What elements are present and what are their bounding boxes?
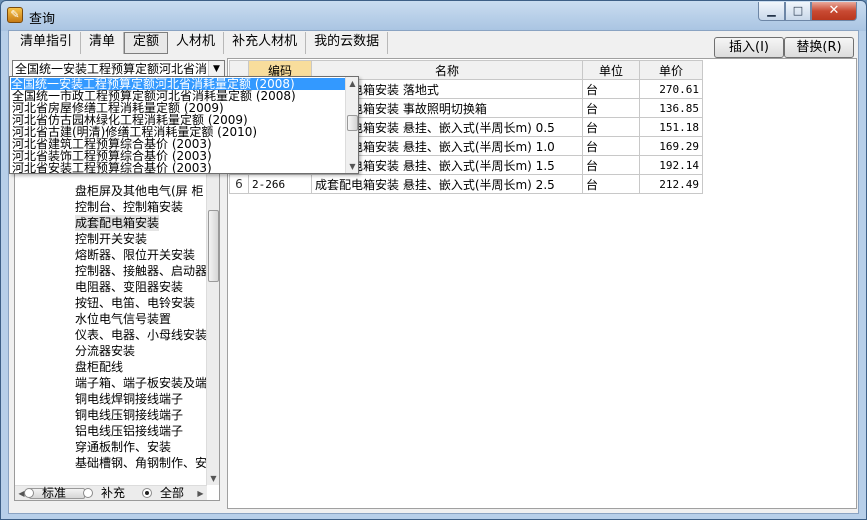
tab-bill[interactable]: 清单	[81, 32, 125, 54]
tree-item[interactable]: 穿通板制作、安装	[75, 439, 171, 455]
tree-item[interactable]: 电阻器、变阻器安装	[75, 279, 183, 295]
dropdown-scrollbar[interactable]: ▲ ▼	[345, 77, 358, 173]
scroll-up-icon[interactable]: ▲	[346, 77, 358, 90]
close-icon: ✕	[828, 3, 840, 18]
column-header-price[interactable]: 单价	[639, 60, 703, 80]
minimize-icon: ▁	[767, 4, 776, 17]
tree-item[interactable]: 控制器、接触器、启动器	[75, 263, 207, 279]
app-icon: ✎	[7, 7, 23, 23]
scroll-down-icon[interactable]: ▼	[207, 472, 219, 485]
tree-item[interactable]: 控制开关安装	[75, 231, 147, 247]
insert-button[interactable]: 插入(I)	[714, 37, 784, 58]
row-unit: 台	[582, 117, 640, 137]
query-window: ✎ 查询 ▁ □ ✕ 清单指引 清单 定额 人材机 补充人材机 我的云数据 插入…	[0, 0, 867, 520]
row-price: 192.14	[639, 155, 703, 175]
row-price: 270.61	[639, 79, 703, 99]
radio-supplement-label: 补充	[101, 486, 126, 500]
tree-item[interactable]: 仪表、电器、小母线安装	[75, 327, 207, 343]
row-price: 136.85	[639, 98, 703, 118]
tab-supplement-lmm[interactable]: 补充人材机	[224, 32, 307, 54]
row-unit: 台	[582, 174, 640, 194]
window-title: 查询	[29, 12, 56, 27]
tree-item[interactable]: 铝电线压铝接线端子	[75, 423, 183, 439]
scroll-down-icon[interactable]: ▼	[346, 160, 358, 173]
radio-standard-dot[interactable]	[24, 487, 34, 498]
quota-library-dropdown-list: 全国统一安装工程预算定额河北省消耗量定额 (2008) 全国统一市政工程预算定额…	[9, 76, 359, 174]
tab-labor-material-machine[interactable]: 人材机	[168, 32, 225, 54]
tree-item[interactable]: 水位电气信号装置	[75, 311, 171, 327]
tree-item[interactable]: 基础槽钢、角钢制作、安	[75, 455, 207, 471]
row-price: 151.18	[639, 117, 703, 137]
tab-bill-guide[interactable]: 清单指引	[12, 32, 82, 54]
tab-quota[interactable]: 定额	[124, 32, 169, 54]
dropdown-scroll-thumb[interactable]	[347, 115, 358, 131]
row-name: 成套配电箱安装 悬挂、嵌入式(半周长m) 2.5	[311, 174, 583, 194]
title-bar[interactable]: ✎ 查询 ▁ □ ✕	[1, 1, 866, 29]
tree-item[interactable]: 成套配电箱安装	[75, 215, 160, 231]
quota-library-value: 全国统一安装工程预算定额河北省消	[15, 62, 208, 76]
row-code: 2-266	[248, 174, 312, 194]
tree-item[interactable]: 熔断器、限位开关安装	[75, 247, 195, 263]
maximize-icon: □	[792, 4, 804, 17]
tree-item[interactable]: 盘柜屏及其他电气(屏 柜	[75, 183, 204, 199]
tree-item[interactable]: 端子箱、端子板安装及端	[75, 375, 207, 391]
radio-all-dot[interactable]	[142, 487, 153, 498]
replace-button[interactable]: 替换(R)	[784, 37, 854, 58]
tree-item[interactable]: 铜电线焊铜接线端子	[75, 391, 183, 407]
radio-standard-label: 标准	[42, 486, 67, 500]
tree-item[interactable]: 分流器安装	[75, 343, 135, 359]
tree-item[interactable]: 控制台、控制箱安装	[75, 199, 183, 215]
tab-my-cloud-data[interactable]: 我的云数据	[306, 32, 389, 54]
radio-supplement[interactable]: 补充	[83, 484, 125, 501]
row-index: 6	[229, 174, 249, 194]
table-row[interactable]: 6 2-266 成套配电箱安装 悬挂、嵌入式(半周长m) 2.5 台 212.4…	[229, 174, 703, 194]
radio-supplement-dot[interactable]	[83, 487, 94, 498]
row-price: 212.49	[639, 174, 703, 194]
tree-vertical-scroll-thumb[interactable]	[208, 210, 219, 282]
radio-standard[interactable]: 标准	[24, 484, 66, 501]
tree-item[interactable]: 盘柜配线	[75, 359, 123, 375]
row-unit: 台	[582, 98, 640, 118]
tree-item[interactable]: 按钮、电笛、电铃安装	[75, 295, 195, 311]
client-area: 清单指引 清单 定额 人材机 补充人材机 我的云数据 插入(I) 替换(R) 全…	[8, 30, 859, 514]
column-header-unit[interactable]: 单位	[582, 60, 640, 80]
row-price: 169.29	[639, 136, 703, 156]
radio-all[interactable]: 全部	[142, 484, 184, 501]
dropdown-option[interactable]: 河北省安装工程预算综合基价 (2003)	[12, 162, 212, 173]
maximize-button[interactable]: □	[785, 2, 811, 21]
close-button[interactable]: ✕	[811, 2, 857, 21]
tab-bar: 清单指引 清单 定额 人材机 补充人材机 我的云数据	[12, 32, 389, 54]
tree-item[interactable]: 铜电线压铜接线端子	[75, 407, 183, 423]
row-unit: 台	[582, 79, 640, 99]
row-unit: 台	[582, 155, 640, 175]
row-unit: 台	[582, 136, 640, 156]
minimize-button[interactable]: ▁	[758, 2, 785, 21]
filter-radio-group: 标准 补充 全部	[24, 484, 201, 501]
radio-all-label: 全部	[160, 486, 185, 500]
